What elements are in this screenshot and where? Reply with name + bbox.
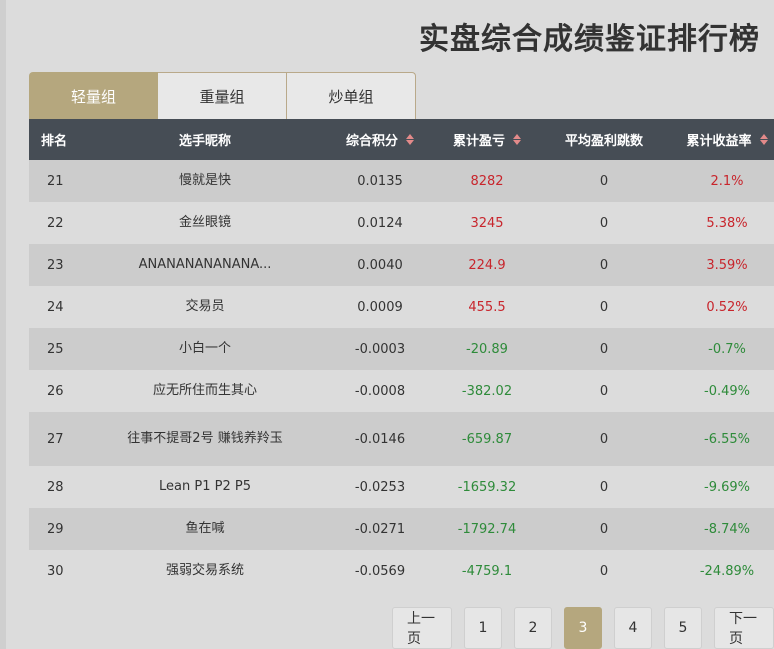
score-cell: -0.0146 (354, 431, 406, 447)
header-name: 选手昵称 (178, 134, 231, 149)
page-title: 实盘综合成绩鉴证排行榜 (419, 22, 760, 57)
ticks-cell: 0 (599, 257, 609, 273)
yield-cell: 3.59% (706, 257, 748, 273)
yield-cell: -24.89% (699, 563, 755, 579)
tab-scalping-group[interactable]: 炒单组 (287, 72, 416, 119)
yield-cell: -0.49% (704, 383, 750, 399)
name-cell: 强弱交易系统 (165, 563, 244, 578)
tab-light-group[interactable]: 轻量组 (29, 72, 158, 119)
table-row: 21 慢就是快 0.0135 8282 0 2.1% (29, 160, 774, 202)
ticks-cell: 0 (599, 299, 609, 315)
group-tabs: 轻量组 重量组 炒单组 (29, 72, 416, 119)
ticks-cell: 0 (599, 341, 609, 357)
table-row: 23 ANANANANANANA... 0.0040 224.9 0 3.59% (29, 244, 774, 286)
rank-cell: 26 (47, 383, 64, 399)
pnl-cell: 455.5 (468, 299, 506, 315)
page-button-2[interactable]: 2 (514, 607, 552, 649)
pnl-cell: 3245 (470, 215, 504, 231)
header-pnl-sortable[interactable]: 累计盈亏 (431, 130, 543, 149)
name-cell: 慢就是快 (178, 173, 231, 188)
ticks-cell: 0 (599, 563, 609, 579)
ticks-cell: 0 (599, 479, 609, 495)
rank-cell: 22 (47, 215, 64, 231)
table-row: 26 应无所住而生其心 -0.0008 -382.02 0 -0.49% (29, 370, 774, 412)
sort-arrows-icon[interactable] (406, 134, 414, 145)
name-cell: 金丝眼镜 (178, 215, 231, 230)
header-ticks: 平均盈利跳数 (564, 134, 643, 149)
yield-cell: -9.69% (704, 479, 750, 495)
page-button-3-current[interactable]: 3 (564, 607, 602, 649)
table-header: 排名 选手昵称 综合积分 累计盈亏 平均盈利跳数 累计收益率 (29, 119, 774, 160)
table-row: 25 小白一个 -0.0003 -20.89 0 -0.7% (29, 328, 774, 370)
ticks-cell: 0 (599, 431, 609, 447)
table-row: 22 金丝眼镜 0.0124 3245 0 5.38% (29, 202, 774, 244)
ticks-cell: 0 (599, 383, 609, 399)
rank-cell: 27 (47, 431, 64, 447)
sort-arrows-icon[interactable] (513, 134, 521, 145)
rank-cell: 30 (47, 563, 64, 579)
score-cell: -0.0271 (354, 521, 406, 537)
rank-cell: 28 (47, 479, 64, 495)
header-score-sortable[interactable]: 综合积分 (329, 130, 431, 149)
next-page-button[interactable]: 下一页 (714, 607, 774, 649)
yield-cell: 5.38% (706, 215, 748, 231)
page-button-1[interactable]: 1 (464, 607, 502, 649)
header-pnl-label: 累计盈亏 (452, 134, 505, 149)
prev-page-button[interactable]: 上一页 (392, 607, 452, 649)
table-row: 30 强弱交易系统 -0.0569 -4759.1 0 -24.89% (29, 550, 774, 592)
tab-heavy-group[interactable]: 重量组 (158, 72, 287, 119)
score-cell: -0.0253 (354, 479, 406, 495)
name-cell: 鱼在喊 (185, 521, 225, 536)
ticks-cell: 0 (599, 173, 609, 189)
table-row: 24 交易员 0.0009 455.5 0 0.52% (29, 286, 774, 328)
name-cell: ANANANANANANA... (138, 257, 272, 272)
rank-cell: 29 (47, 521, 64, 537)
name-cell: 应无所住而生其心 (152, 383, 257, 398)
pnl-cell: -659.87 (461, 431, 513, 447)
rank-cell: 21 (47, 173, 64, 189)
header-score-label: 综合积分 (345, 134, 398, 149)
pnl-cell: 224.9 (468, 257, 506, 273)
ticks-cell: 0 (599, 521, 609, 537)
name-cell: 往事不提哥2号 赚钱养羚玉 (127, 431, 283, 446)
yield-cell: -0.7% (708, 341, 746, 357)
header-yield-label: 累计收益率 (686, 134, 752, 149)
pnl-cell: -1792.74 (457, 521, 517, 537)
score-cell: -0.0003 (354, 341, 406, 357)
rank-cell: 24 (47, 299, 64, 315)
pnl-cell: -20.89 (466, 341, 508, 357)
header-rank: 排名 (41, 134, 68, 149)
table-body: 21 慢就是快 0.0135 8282 0 2.1% 22 金丝眼镜 0.0124 3245 0 5.… (29, 160, 774, 592)
yield-cell: -6.55% (704, 431, 750, 447)
rank-cell: 25 (47, 341, 64, 357)
yield-cell: 2.1% (710, 173, 744, 189)
page-left-edge (0, 0, 6, 649)
ranking-table: 排名 选手昵称 综合积分 累计盈亏 平均盈利跳数 累计收益率 21 慢就是快 0.0… (29, 119, 774, 592)
pnl-cell: -1659.32 (457, 479, 517, 495)
score-cell: -0.0569 (354, 563, 406, 579)
score-cell: 0.0135 (357, 173, 403, 189)
yield-cell: -8.74% (704, 521, 750, 537)
header-yield-sortable[interactable]: 累计收益率 (665, 130, 774, 149)
pagination: 上一页 1 2 3 4 5 下一页 (392, 607, 774, 649)
table-row: 27 往事不提哥2号 赚钱养羚玉 -0.0146 -659.87 0 -6.55% (29, 412, 774, 466)
pnl-cell: 8282 (470, 173, 504, 189)
page-button-4[interactable]: 4 (614, 607, 652, 649)
score-cell: -0.0008 (354, 383, 406, 399)
ticks-cell: 0 (599, 215, 609, 231)
yield-cell: 0.52% (706, 299, 748, 315)
pnl-cell: -382.02 (461, 383, 513, 399)
score-cell: 0.0124 (357, 215, 403, 231)
score-cell: 0.0040 (357, 257, 403, 273)
name-cell: 交易员 (185, 299, 225, 314)
rank-cell: 23 (47, 257, 64, 273)
sort-arrows-icon[interactable] (759, 134, 768, 145)
table-row: 29 鱼在喊 -0.0271 -1792.74 0 -8.74% (29, 508, 774, 550)
name-cell: Lean P1 P2 P5 (159, 479, 251, 494)
table-row: 28 Lean P1 P2 P5 -0.0253 -1659.32 0 -9.69% (29, 466, 774, 508)
score-cell: 0.0009 (357, 299, 403, 315)
page-button-5[interactable]: 5 (664, 607, 702, 649)
pnl-cell: -4759.1 (461, 563, 513, 579)
name-cell: 小白一个 (178, 341, 231, 356)
